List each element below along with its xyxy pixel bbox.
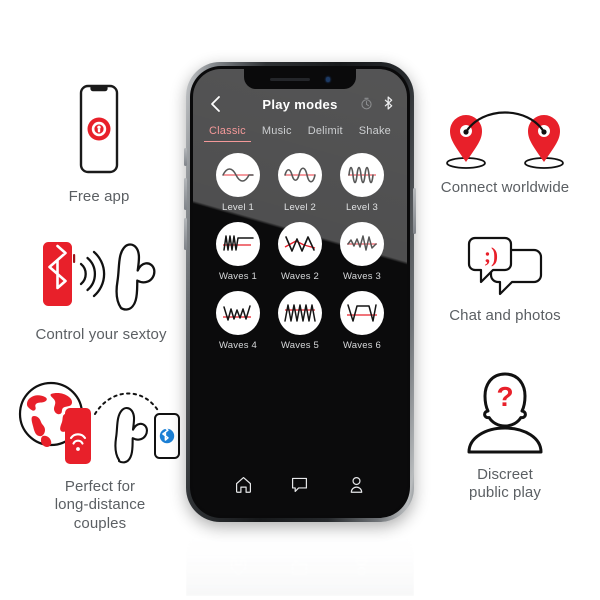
chat-icon-reflection	[292, 560, 308, 575]
wave-sine-high-icon	[348, 166, 376, 184]
earpiece-speaker-icon	[270, 78, 310, 81]
feature-long-distance: Perfect for long-distance couples	[4, 372, 196, 533]
play-mode-grid: Level 1 Level 2 Level 3 Waves 1 Waves 2 …	[193, 142, 407, 351]
mode-wave-disc	[278, 222, 322, 266]
wink-emoticon: ;)	[484, 243, 498, 267]
bluetooth-icon[interactable]	[384, 96, 395, 110]
mode-wave-disc	[278, 291, 322, 335]
mode-tile[interactable]: Level 2	[269, 153, 331, 213]
mode-label: Level 2	[283, 202, 317, 213]
feature-control-toy: Control your sextoy	[6, 232, 196, 344]
reflection-navigation	[186, 554, 414, 582]
tab-classic[interactable]: Classic	[204, 123, 251, 142]
app-bar-actions	[360, 96, 395, 110]
control-toy-illustration	[11, 232, 191, 318]
feature-chat-photos: ;) Chat and photos	[412, 234, 598, 325]
wave-sawtooth-peaks-icon	[284, 304, 316, 322]
timer-icon[interactable]	[360, 97, 373, 110]
mode-wave-disc	[216, 222, 260, 266]
wave-wide-zigzag-icon	[284, 236, 316, 252]
infographic-canvas: Free app Control your sextoy Perfect for…	[0, 0, 600, 600]
feature-discreet-play: ? Discreet public play	[412, 368, 598, 503]
chat-photos-illustration: ;)	[440, 234, 570, 298]
tab-delimit[interactable]: Delimit	[306, 123, 345, 142]
globe-phone-toy-phone-icon	[18, 381, 180, 464]
volume-up-button[interactable]	[184, 178, 187, 210]
feature-connect-worldwide: Connect worldwide	[412, 108, 598, 197]
notch	[244, 69, 356, 89]
feature-free-app-caption: Free app	[68, 188, 130, 205]
mode-tile[interactable]: Waves 3	[331, 222, 393, 282]
profile-icon[interactable]	[347, 475, 366, 494]
phone-reflection	[186, 524, 414, 596]
mode-label: Waves 3	[342, 271, 381, 282]
mode-wave-disc	[340, 153, 384, 197]
mode-tile[interactable]: Waves 4	[207, 291, 269, 351]
power-button[interactable]	[413, 188, 416, 234]
wave-trapezoid-plateau-icon	[347, 304, 377, 322]
chat-icon[interactable]	[290, 475, 309, 494]
mode-label: Waves 4	[218, 340, 257, 351]
home-icon[interactable]	[234, 475, 253, 494]
mode-tile[interactable]: Waves 2	[269, 222, 331, 282]
tab-shake[interactable]: Shake	[357, 123, 393, 142]
smartphone-mockup: Play modes Classic Music Delimit Shake L…	[184, 62, 416, 522]
wave-tapered-zigzag-icon	[223, 305, 251, 321]
mode-tile[interactable]: Level 3	[331, 153, 393, 213]
wave-burst-then-flat-icon	[223, 235, 254, 251]
feature-long-distance-caption: Perfect for long-distance couples	[54, 478, 146, 532]
long-distance-illustration	[7, 372, 193, 468]
person-with-question-mark-icon: ?	[467, 372, 543, 454]
bottom-navigation	[193, 467, 407, 501]
mode-label: Level 3	[345, 202, 379, 213]
reflection-body	[186, 524, 414, 596]
phone-bezel: Play modes Classic Music Delimit Shake L…	[190, 66, 410, 518]
app-ui: Play modes Classic Music Delimit Shake L…	[193, 69, 407, 515]
tab-music[interactable]: Music	[260, 123, 294, 142]
mode-wave-disc	[216, 291, 260, 335]
feature-discreet-play-caption: Discreet public play	[469, 466, 541, 502]
question-mark-symbol: ?	[496, 381, 513, 412]
profile-icon-reflection	[355, 559, 368, 576]
wave-sine-low-icon	[222, 168, 254, 182]
feature-control-toy-caption: Control your sextoy	[35, 326, 167, 343]
mode-tile[interactable]: Waves 1	[207, 222, 269, 282]
mode-wave-disc	[278, 153, 322, 197]
volume-down-button[interactable]	[184, 218, 187, 250]
two-map-pins-arc-icon	[446, 111, 564, 169]
feature-chat-photos-caption: Chat and photos	[449, 307, 561, 324]
phone-bluetooth-to-toy-icon	[43, 242, 156, 311]
free-app-illustration	[61, 82, 137, 178]
mode-label: Level 1	[221, 202, 255, 213]
mode-tile[interactable]: Waves 6	[331, 291, 393, 351]
connect-worldwide-illustration	[430, 108, 580, 172]
mode-wave-disc	[340, 291, 384, 335]
mute-switch[interactable]	[184, 148, 187, 166]
front-camera-icon	[325, 77, 330, 82]
mode-tile[interactable]: Waves 5	[269, 291, 331, 351]
two-speech-bubbles-wink-icon: ;)	[467, 236, 543, 296]
mode-label: Waves 1	[218, 271, 257, 282]
feature-connect-worldwide-caption: Connect worldwide	[440, 179, 570, 196]
mode-label: Waves 6	[342, 340, 381, 351]
home-icon-reflection	[231, 559, 247, 576]
mode-tabs: Classic Music Delimit Shake	[193, 121, 407, 142]
mode-tile[interactable]: Level 1	[207, 153, 269, 213]
phone-with-app-logo-icon	[79, 84, 119, 174]
phone-screen: Play modes Classic Music Delimit Shake L…	[193, 69, 407, 515]
mode-label: Waves 5	[280, 340, 319, 351]
chevron-left-icon[interactable]	[207, 95, 225, 113]
mode-wave-disc	[216, 153, 260, 197]
phone-frame: Play modes Classic Music Delimit Shake L…	[184, 62, 416, 522]
wave-dense-zigzag-icon	[347, 235, 377, 251]
mode-label: Waves 2	[280, 271, 319, 282]
discreet-play-illustration: ?	[457, 368, 553, 456]
mode-wave-disc	[340, 222, 384, 266]
wave-sine-mid-icon	[284, 167, 316, 183]
feature-free-app: Free app	[8, 82, 190, 206]
